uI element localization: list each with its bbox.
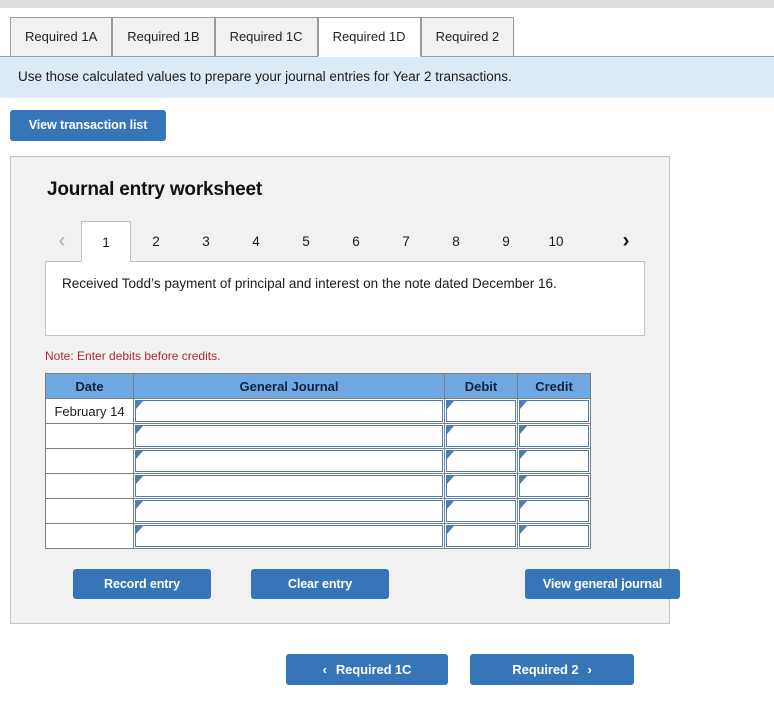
tab-required-1a[interactable]: Required 1A — [10, 17, 113, 57]
table-row: February 14 — [45, 398, 591, 424]
general-journal-cell — [133, 523, 445, 549]
column-header-debit: Debit — [444, 373, 518, 399]
tab-label: Required 1D — [332, 29, 406, 44]
debit-cell — [444, 423, 518, 449]
credit-cell — [517, 473, 591, 499]
credit-input[interactable] — [519, 400, 589, 422]
credit-cell — [517, 398, 591, 424]
credit-input[interactable] — [519, 500, 589, 522]
date-cell[interactable]: February 14 — [45, 398, 134, 424]
general-journal-cell — [133, 423, 445, 449]
debit-cell — [444, 498, 518, 524]
next-requirement-button[interactable]: Required 2 › — [470, 654, 634, 685]
table-row — [45, 448, 591, 474]
journal-entry-table: Date General Journal Debit Credit Februa… — [45, 373, 591, 549]
debit-input[interactable] — [446, 475, 516, 497]
top-strip — [0, 0, 774, 8]
next-requirement-label: Required 2 — [512, 662, 579, 677]
debit-input[interactable] — [446, 400, 516, 422]
credit-input[interactable] — [519, 475, 589, 497]
worksheet-page-1[interactable]: 1 — [81, 221, 131, 262]
worksheet-page-7[interactable]: 7 — [381, 220, 431, 261]
general-journal-input[interactable] — [135, 500, 443, 522]
tab-label: Required 1C — [229, 29, 303, 44]
worksheet-page-3[interactable]: 3 — [181, 220, 231, 261]
general-journal-input[interactable] — [135, 425, 443, 447]
general-journal-cell — [133, 448, 445, 474]
tab-label: Required 2 — [435, 29, 500, 44]
record-entry-button[interactable]: Record entry — [73, 569, 211, 599]
view-general-journal-button[interactable]: View general journal — [525, 569, 680, 599]
tab-required-1b[interactable]: Required 1B — [112, 17, 215, 57]
debit-input[interactable] — [446, 450, 516, 472]
tab-required-2[interactable]: Required 2 — [420, 17, 515, 57]
general-journal-cell — [133, 398, 445, 424]
credit-input[interactable] — [519, 450, 589, 472]
table-row — [45, 523, 591, 549]
worksheet-page-2[interactable]: 2 — [131, 220, 181, 261]
worksheet-page-4[interactable]: 4 — [231, 220, 281, 261]
worksheet-page-8[interactable]: 8 — [431, 220, 481, 261]
chevron-left-icon: ‹ — [322, 662, 327, 677]
table-row — [45, 473, 591, 499]
prev-requirement-label: Required 1C — [335, 662, 412, 677]
tab-label: Required 1A — [25, 29, 98, 44]
date-cell[interactable] — [45, 498, 134, 524]
tab-label: Required 1B — [127, 29, 200, 44]
instruction-text: Use those calculated values to prepare y… — [18, 69, 512, 84]
table-row — [45, 498, 591, 524]
clear-entry-button[interactable]: Clear entry — [251, 569, 389, 599]
worksheet-page-9[interactable]: 9 — [481, 220, 531, 261]
transaction-description-text: Received Todd’s payment of principal and… — [62, 276, 557, 291]
general-journal-cell — [133, 473, 445, 499]
prev-requirement-button[interactable]: ‹ Required 1C — [286, 654, 448, 685]
general-journal-cell — [133, 498, 445, 524]
debits-before-credits-note: Note: Enter debits before credits. — [45, 349, 221, 363]
column-header-credit: Credit — [517, 373, 591, 399]
debit-cell — [444, 398, 518, 424]
debit-cell — [444, 448, 518, 474]
worksheet-page-5[interactable]: 5 — [281, 220, 331, 261]
date-cell[interactable] — [45, 473, 134, 499]
chevron-right-icon: › — [587, 662, 592, 677]
bottom-navigation: ‹ Required 1C Required 2 › — [0, 654, 774, 686]
debit-input[interactable] — [446, 525, 516, 547]
chevron-left-icon[interactable]: ‹ — [45, 220, 79, 261]
journal-entry-worksheet-panel: Journal entry worksheet ‹ 1 2 3 4 5 6 7 … — [10, 156, 680, 624]
credit-cell — [517, 448, 591, 474]
general-journal-input[interactable] — [135, 400, 443, 422]
table-row — [45, 423, 591, 449]
chevron-right-icon[interactable]: › — [609, 220, 643, 261]
credit-cell — [517, 423, 591, 449]
credit-input[interactable] — [519, 525, 589, 547]
worksheet-action-row: Record entry Clear entry View general jo… — [45, 569, 680, 601]
general-journal-input[interactable] — [135, 525, 443, 547]
debit-input[interactable] — [446, 500, 516, 522]
requirement-tab-bar: Required 1A Required 1B Required 1C Require… — [0, 8, 774, 57]
column-header-general-journal: General Journal — [133, 373, 445, 399]
worksheet-pager: ‹ 1 2 3 4 5 6 7 8 9 10 › — [45, 219, 645, 262]
worksheet-page-6[interactable]: 6 — [331, 220, 381, 261]
credit-input[interactable] — [519, 425, 589, 447]
debit-input[interactable] — [446, 425, 516, 447]
view-transaction-list-row: View transaction list — [0, 98, 774, 141]
column-header-date: Date — [45, 373, 134, 399]
tab-required-1d[interactable]: Required 1D — [317, 17, 421, 57]
table-header-row: Date General Journal Debit Credit — [45, 373, 591, 399]
date-cell[interactable] — [45, 423, 134, 449]
general-journal-input[interactable] — [135, 450, 443, 472]
tab-required-1c[interactable]: Required 1C — [214, 17, 318, 57]
view-transaction-list-button[interactable]: View transaction list — [10, 110, 166, 141]
worksheet-title: Journal entry worksheet — [47, 179, 263, 200]
debit-cell — [444, 473, 518, 499]
instruction-banner: Use those calculated values to prepare y… — [0, 57, 774, 98]
credit-cell — [517, 523, 591, 549]
debit-cell — [444, 523, 518, 549]
worksheet-page-10[interactable]: 10 — [531, 220, 581, 261]
credit-cell — [517, 498, 591, 524]
date-cell[interactable] — [45, 448, 134, 474]
transaction-description-box: Received Todd’s payment of principal and… — [45, 262, 645, 336]
date-cell[interactable] — [45, 523, 134, 549]
general-journal-input[interactable] — [135, 475, 443, 497]
